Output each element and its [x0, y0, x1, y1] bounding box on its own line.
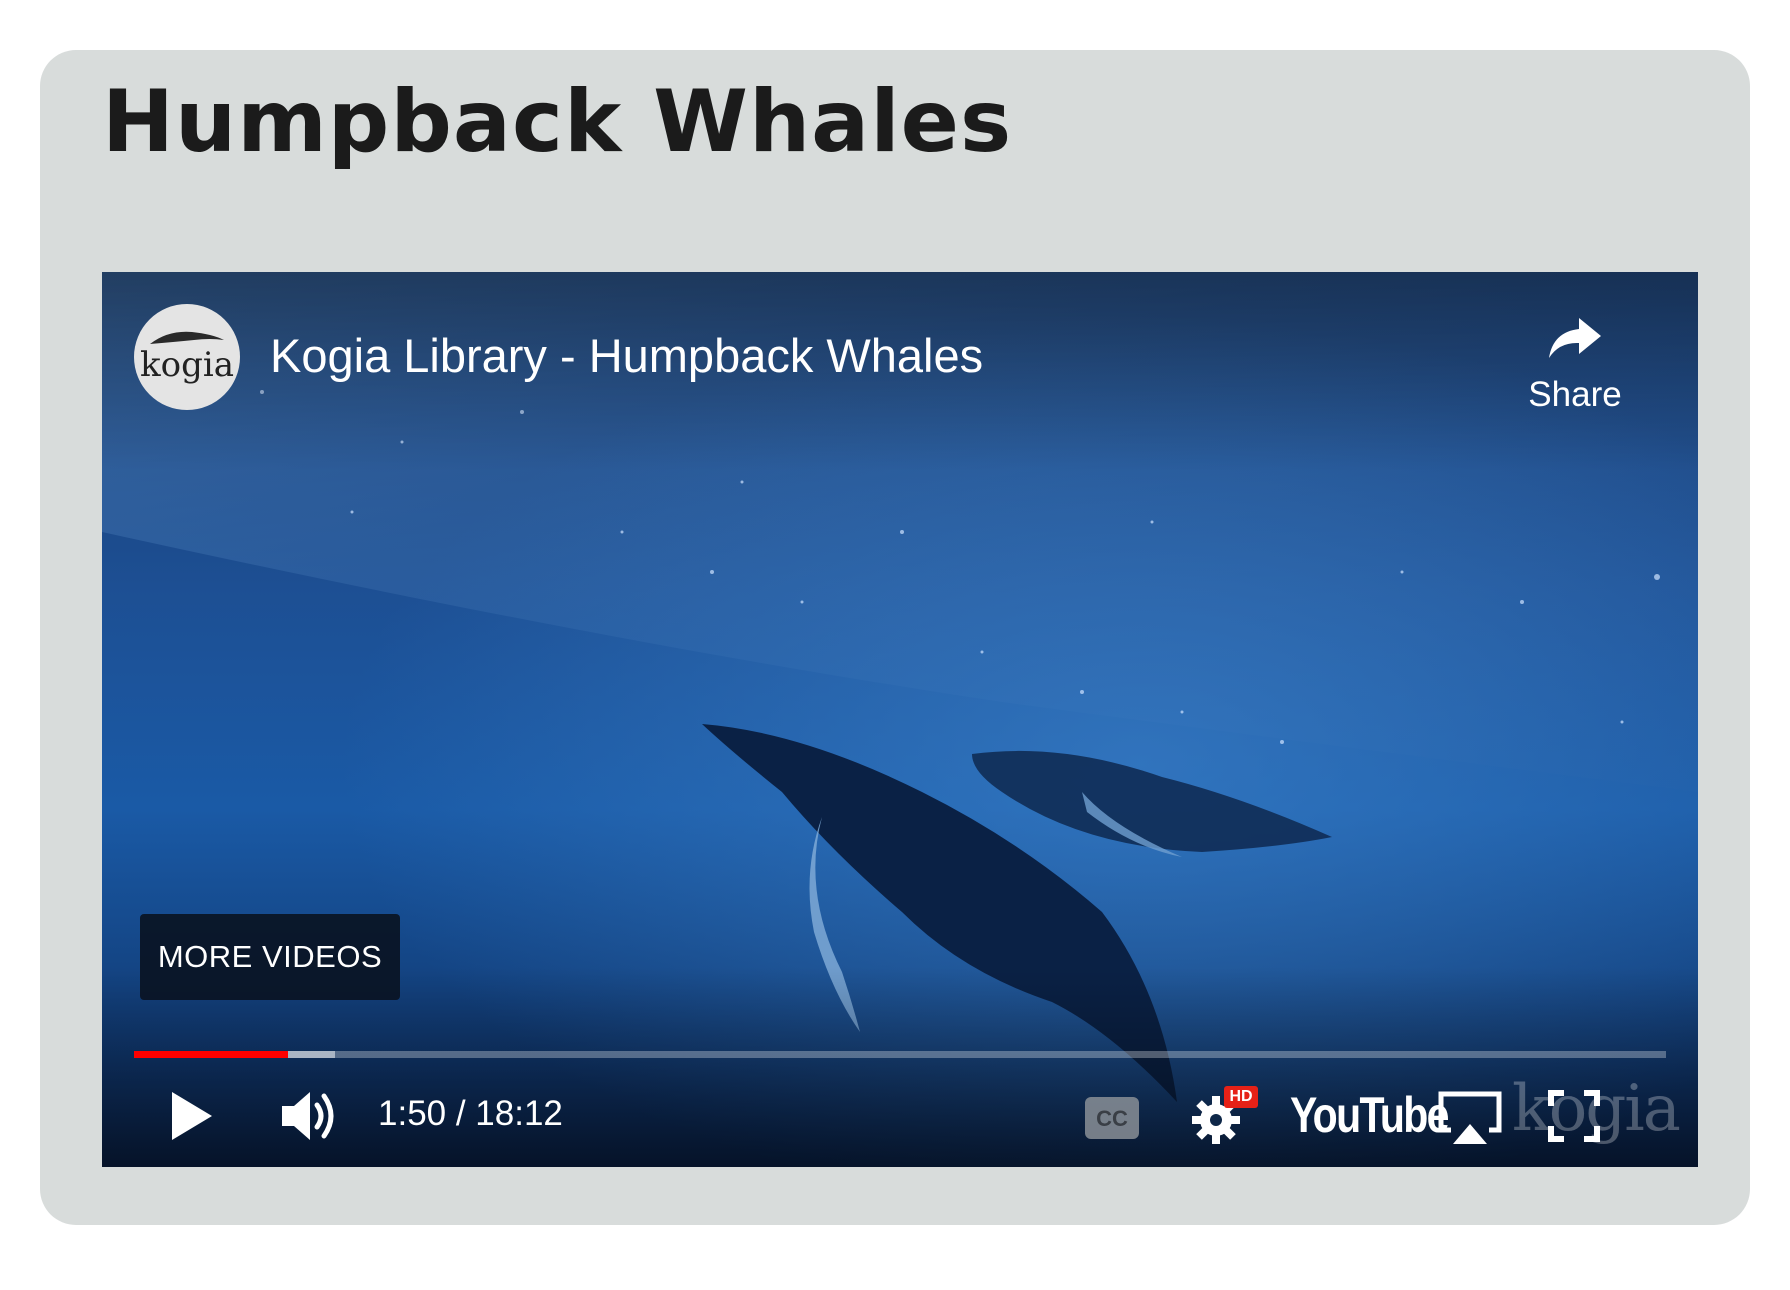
progress-bar[interactable] — [134, 1051, 1666, 1058]
page-title: Humpback Whales — [102, 72, 1013, 172]
airplay-button[interactable] — [1437, 1090, 1503, 1151]
share-icon — [1549, 318, 1601, 358]
progress-played — [134, 1051, 289, 1058]
volume-button[interactable] — [280, 1088, 340, 1149]
channel-avatar-text: kogia — [140, 345, 234, 385]
channel-avatar[interactable]: kogia — [134, 304, 240, 410]
airplay-icon — [1438, 1091, 1502, 1144]
fullscreen-button[interactable] — [1548, 1090, 1600, 1147]
hd-badge: HD — [1229, 1088, 1253, 1105]
video-card: Humpback Whales kogia Kogia Library - Hu… — [40, 50, 1750, 1225]
svg-text:CC: CC — [1096, 1106, 1128, 1131]
settings-button[interactable]: HD — [1190, 1084, 1260, 1151]
volume-icon — [282, 1092, 334, 1140]
time-display: 1:50 / 18:12 — [378, 1094, 563, 1133]
more-videos-button[interactable]: MORE VIDEOS — [140, 914, 400, 1000]
captions-icon: CC — [1085, 1097, 1139, 1139]
youtube-logo[interactable]: YouTube — [1290, 1086, 1449, 1144]
video-player[interactable]: kogia Kogia Library - Humpback Whales Sh… — [102, 272, 1698, 1167]
share-label: Share — [1528, 375, 1622, 414]
share-button[interactable]: Share — [1520, 314, 1630, 415]
play-button[interactable] — [170, 1090, 214, 1147]
fullscreen-icon — [1548, 1090, 1600, 1142]
play-icon — [172, 1092, 212, 1140]
captions-button[interactable]: CC — [1084, 1096, 1140, 1145]
video-title[interactable]: Kogia Library - Humpback Whales — [270, 328, 983, 383]
